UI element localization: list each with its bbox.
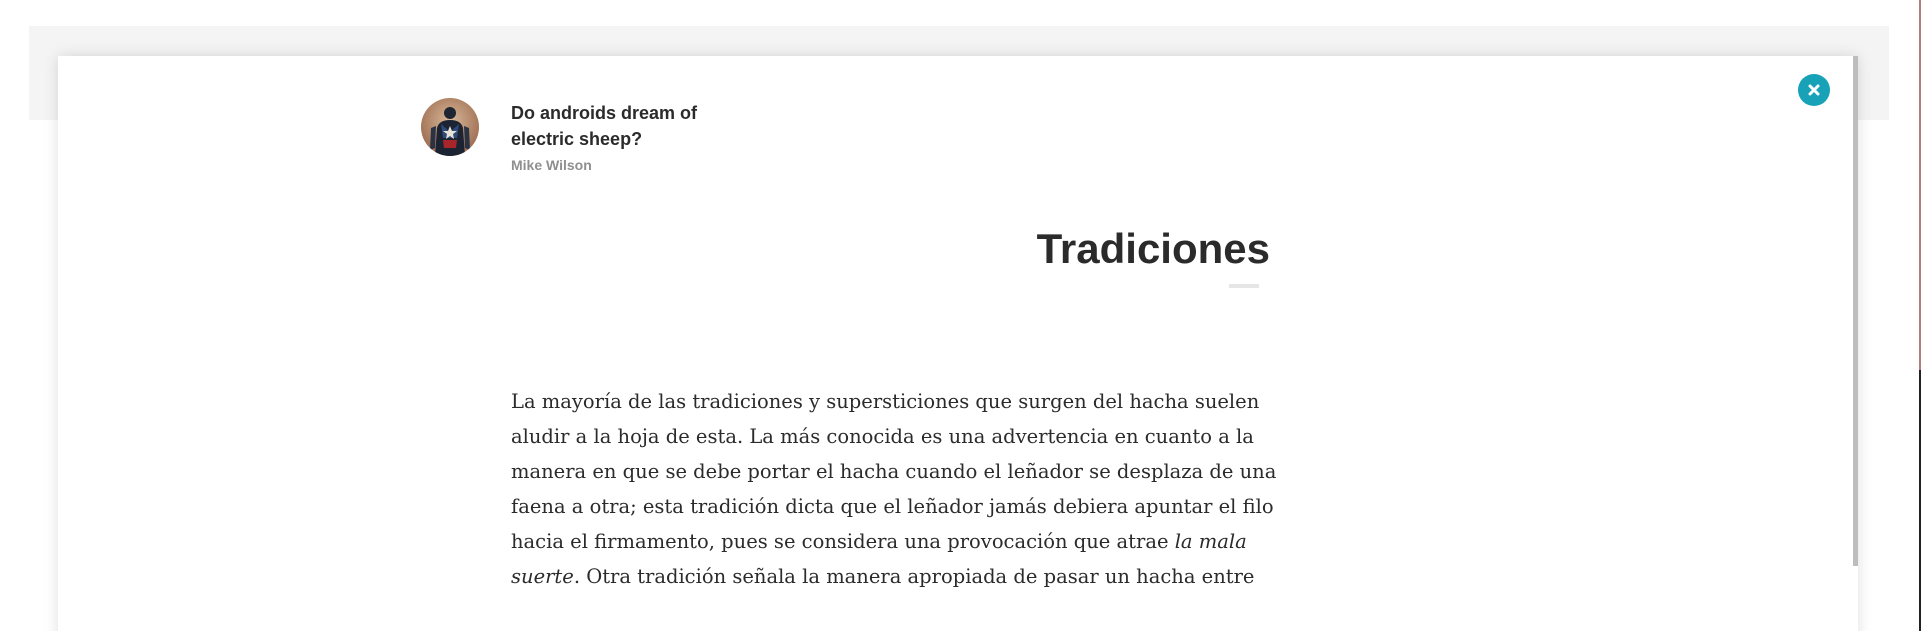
- modal-scrollbar[interactable]: [1853, 56, 1858, 566]
- article-title: Tradiciones: [1036, 225, 1270, 272]
- article-body: La mayoría de las tradiciones y supersti…: [511, 384, 1281, 594]
- article-body-text-continued: . Otra tradición señala la manera apropi…: [573, 565, 1255, 588]
- close-icon: [1808, 84, 1820, 96]
- post-title[interactable]: Do androids dream of electric sheep?: [511, 100, 741, 152]
- close-button[interactable]: [1798, 74, 1830, 106]
- title-divider: [1229, 284, 1259, 288]
- avatar[interactable]: [421, 98, 479, 156]
- avatar-image: [421, 98, 479, 156]
- post-author[interactable]: Mike Wilson: [511, 157, 592, 173]
- article-body-text: La mayoría de las tradiciones y supersti…: [511, 390, 1277, 553]
